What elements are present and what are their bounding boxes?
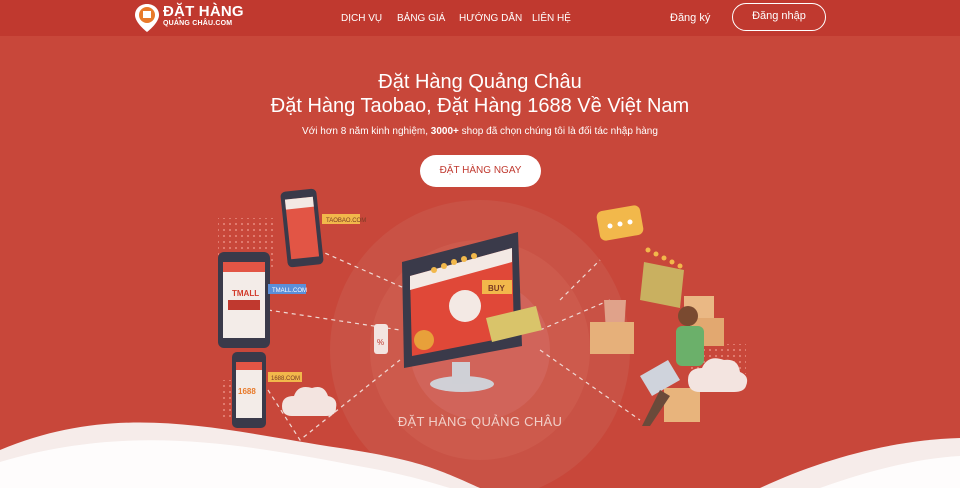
screen-1688-text: 1688 [238, 387, 256, 396]
hero-title-line1: Đặt Hàng Quảng Châu [378, 71, 582, 93]
hero-description: Với hơn 8 năm kinh nghiệm, 3000+ shop đã… [0, 126, 960, 137]
hero-desc-prefix: Với hơn 8 năm kinh nghiệm, [302, 126, 431, 137]
hero-title-line2: Đặt Hàng Taobao, Đặt Hàng 1688 Về Việt N… [270, 95, 690, 117]
register-link[interactable]: Đăng ký [670, 12, 710, 24]
buy-tag-text: BUY [488, 284, 506, 293]
cloud-left [282, 387, 337, 416]
tablet-taobao [280, 188, 360, 268]
order-now-button[interactable]: ĐẶT HÀNG NGAY [420, 155, 541, 187]
nav-item-guide[interactable]: HƯỚNG DẪN [459, 13, 522, 24]
logo-subtitle: QUẢNG CHÂU.COM [163, 20, 233, 27]
logo[interactable]: ĐẶT HÀNG QUẢNG CHÂU.COM [134, 3, 244, 33]
logo-name: ĐẶT HÀNG [163, 3, 244, 20]
nav-item-pricing[interactable]: BẢNG GIÁ [397, 13, 445, 24]
login-button[interactable]: Đăng nhập [732, 3, 826, 31]
hero-desc-suffix: shop đã chọn chúng tôi là đối tác nhập h… [458, 126, 658, 137]
percent-tag-text: % [377, 338, 384, 347]
credit-card-right [640, 262, 684, 308]
box-bottom [664, 388, 700, 422]
illustration-caption: ĐẶT HÀNG QUẢNG CHÂU [397, 414, 563, 429]
tag-taobao-text: TAOBAO.COM [326, 218, 366, 224]
chat-bubble-icon [596, 205, 644, 241]
tag-1688-text: 1688.COM [271, 376, 300, 382]
agent-avatar [414, 330, 434, 350]
nav-item-services[interactable]: DỊCH VỤ [341, 13, 382, 24]
tag-tmall-text: TMALL.COM [272, 288, 307, 294]
tmall-screen-text: TMALL [232, 289, 259, 298]
box-left [590, 322, 634, 354]
hero-desc-bold: 3000+ [430, 126, 459, 137]
map-pin-logo-icon [135, 4, 159, 32]
nav-item-contact[interactable]: LIÊN HỆ [532, 13, 571, 24]
monitor-logo-circle [449, 290, 481, 322]
top-header: ĐẶT HÀNG QUẢNG CHÂU.COM DỊCH VỤ BẢNG GIÁ… [0, 0, 960, 36]
